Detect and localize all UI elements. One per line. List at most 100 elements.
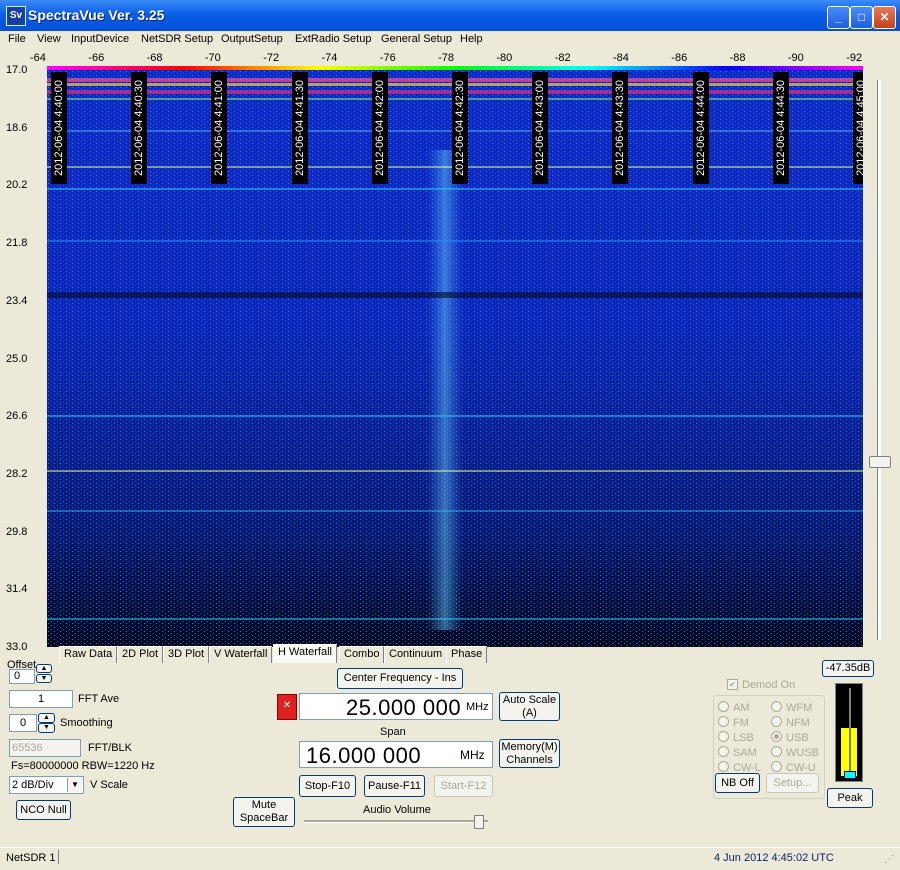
menu-general-setup[interactable]: General Setup	[381, 33, 452, 45]
range-slider-track[interactable]	[877, 80, 881, 640]
smoothing-up-button[interactable]: ▲	[38, 713, 55, 723]
y-axis-tick-label: 23.4	[6, 294, 28, 307]
peak-button[interactable]: Peak	[827, 788, 873, 808]
x-axis-tick-label: -70	[204, 52, 221, 64]
span-value: 16.000 000	[306, 743, 422, 768]
mute-button[interactable]: Mute SpaceBar	[233, 797, 295, 827]
radio-wusb[interactable]: WUSB	[771, 746, 819, 759]
title-bar: Sv SpectraVue Ver. 3.25 _ □ ✕	[0, 0, 900, 31]
radio-dot	[771, 731, 782, 742]
memory-channels-button[interactable]: Memory(M) Channels	[499, 739, 560, 768]
timestamp-label: 2012-06-04 4:43:30	[612, 72, 629, 184]
y-axis-tick-label: 29.8	[6, 525, 28, 538]
y-axis-tick-label: 31.4	[6, 583, 28, 596]
timestamp-label: 2012-06-04 4:40:30	[131, 72, 148, 184]
radio-am[interactable]: AM	[718, 701, 750, 714]
radio-usb[interactable]: USB	[771, 731, 809, 744]
chevron-down-icon[interactable]: ▼	[67, 778, 82, 792]
tab-combo[interactable]: Combo	[339, 646, 385, 663]
y-axis-tick-label: 18.6	[6, 121, 28, 134]
status-device: NetSDR 1	[6, 852, 56, 864]
tab-2d-plot[interactable]: 2D Plot	[117, 646, 164, 663]
minimize-button[interactable]: _	[827, 6, 850, 29]
stop-button[interactable]: Stop-F10	[299, 775, 356, 797]
radio-nfm[interactable]: NFM	[771, 716, 810, 729]
maximize-button[interactable]: □	[850, 6, 873, 29]
auto-scale-button[interactable]: Auto Scale (A)	[499, 692, 560, 721]
x-axis-tick-label: -74	[321, 52, 338, 64]
demod-on-label: Demod On	[742, 679, 796, 691]
audio-volume-label: Audio Volume	[363, 804, 431, 816]
fs-rbw-text: Fs=80000000 RBW=1220 Hz	[11, 760, 155, 772]
center-frequency-field[interactable]: 25.000 000 MHz	[299, 693, 493, 720]
level-readout: -47.35dB	[822, 660, 874, 677]
timestamp-text: 2012-06-04 4:44:30	[774, 79, 787, 177]
smoothing-down-button[interactable]: ▼	[38, 723, 55, 733]
radio-dot	[718, 746, 729, 757]
x-axis-tick-label: -90	[787, 52, 804, 64]
radio-label: SAM	[733, 747, 757, 759]
span-unit: MHz	[460, 748, 485, 762]
y-axis-tick-label: 21.8	[6, 237, 28, 250]
vscale-label: V Scale	[90, 779, 128, 791]
x-axis-tick-label: -76	[379, 52, 396, 64]
menu-inputdevice[interactable]: InputDevice	[71, 33, 129, 45]
vscale-select[interactable]: 2 dB/Div ▼	[9, 776, 84, 794]
nco-null-button[interactable]: NCO Null	[16, 800, 71, 820]
radio-sam[interactable]: SAM	[718, 746, 757, 759]
tab-raw-data[interactable]: Raw Data	[59, 646, 118, 663]
audio-volume-thumb[interactable]	[474, 815, 484, 829]
timestamp-label: 2012-06-04 4:42:00	[371, 72, 388, 184]
close-icon[interactable]: ✕	[277, 694, 297, 720]
nb-off-button[interactable]: NB Off	[715, 773, 760, 793]
fft-ave-field[interactable]: 1	[9, 690, 73, 708]
radio-dot	[718, 761, 729, 772]
setup-button[interactable]: Setup...	[766, 773, 819, 793]
y-axis-tick-label: 17.0	[6, 64, 28, 76]
radio-dot	[771, 716, 782, 727]
x-axis-tick-label: -82	[554, 52, 571, 64]
center-frequency-button[interactable]: Center Frequency - Ins	[337, 668, 463, 689]
x-axis-tick-label: -88	[729, 52, 746, 64]
range-slider-thumb[interactable]	[869, 456, 891, 468]
close-button[interactable]: ✕	[873, 6, 896, 29]
level-marker	[844, 771, 856, 779]
span-label: Span	[380, 726, 406, 738]
status-datetime: 4 Jun 2012 4:45:02 UTC	[714, 852, 834, 864]
radio-dot	[771, 746, 782, 757]
menu-view[interactable]: View	[37, 33, 61, 45]
audio-volume-track[interactable]	[304, 820, 488, 823]
x-axis-tick-label: -86	[671, 52, 688, 64]
waterfall-display[interactable]: 2012-06-04 4:40:00 2012-06-04 4:40:30 2012…	[47, 70, 863, 647]
fft-blk-select[interactable]: 65536	[9, 739, 81, 757]
tab-v-waterfall[interactable]: V Waterfall	[209, 646, 273, 663]
pause-button[interactable]: Pause-F11	[364, 775, 425, 797]
radio-lsb[interactable]: LSB	[718, 731, 754, 744]
tab-continuum[interactable]: Continuum	[384, 646, 448, 663]
menu-extradio-setup[interactable]: ExtRadio Setup	[295, 33, 371, 45]
menu-file[interactable]: File	[8, 33, 26, 45]
radio-dot	[718, 701, 729, 712]
smoothing-label: Smoothing	[60, 717, 113, 729]
span-field[interactable]: 16.000 000 MHz	[299, 741, 493, 768]
start-button[interactable]: Start-F12	[434, 775, 493, 797]
radio-wfm[interactable]: WFM	[771, 701, 812, 714]
menu-netsdr-setup[interactable]: NetSDR Setup	[141, 33, 213, 45]
menu-help[interactable]: Help	[460, 33, 483, 45]
offset-down-button[interactable]: ▼	[36, 674, 52, 683]
offset-up-button[interactable]: ▲	[36, 664, 52, 673]
timestamp-label: 2012-06-04 4:45:00	[853, 72, 863, 184]
demod-on-checkbox[interactable]: ✔	[727, 679, 738, 690]
tab-3d-plot[interactable]: 3D Plot	[163, 646, 210, 663]
fft-ave-label: FFT Ave	[78, 693, 120, 705]
tab-h-waterfall[interactable]: H Waterfall	[273, 644, 337, 663]
tab-phase[interactable]: Phase	[446, 646, 488, 663]
offset-field[interactable]: 0	[9, 669, 35, 684]
menu-outputsetup[interactable]: OutputSetup	[221, 33, 283, 45]
radio-fm[interactable]: FM	[718, 716, 749, 729]
timestamp-label: 2012-06-04 4:43:00	[532, 72, 549, 184]
radio-label: WFM	[786, 702, 813, 714]
menu-bar: File View InputDevice NetSDR Setup Outpu…	[0, 31, 900, 50]
resize-grip-icon[interactable]: ⋰	[884, 854, 894, 865]
smoothing-field[interactable]: 0	[9, 714, 37, 732]
